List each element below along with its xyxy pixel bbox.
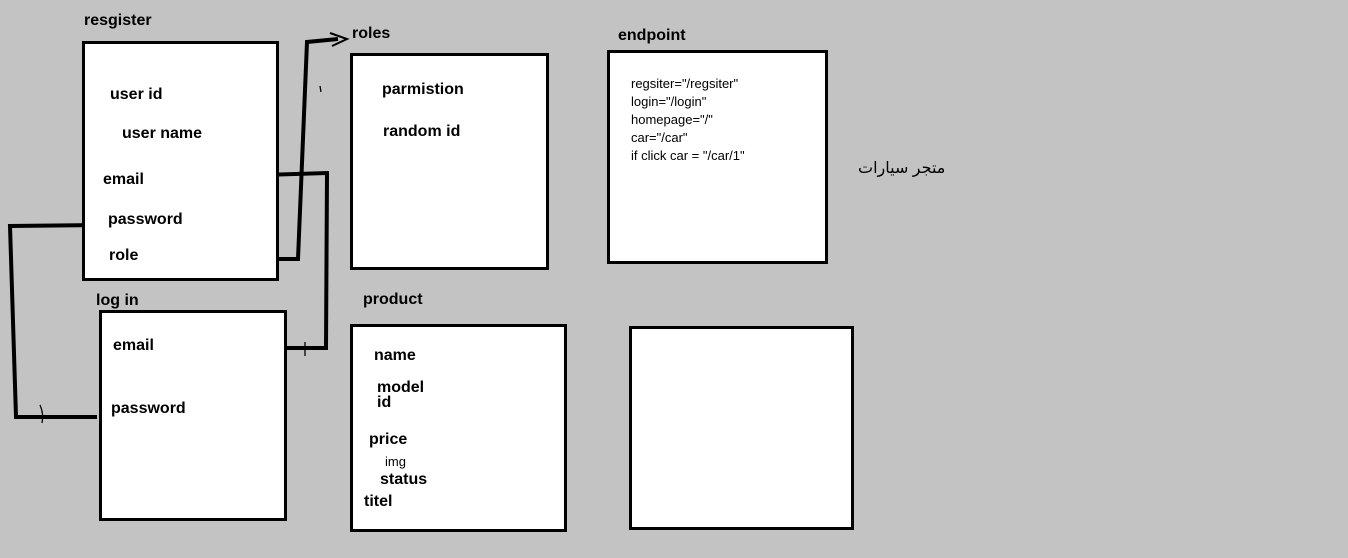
roles-field-parmistion: parmistion [382, 81, 464, 98]
endpoint-line-login: login="/login" [631, 94, 707, 109]
register-field-password: password [108, 211, 183, 228]
roles-field-random-id: random id [383, 123, 461, 140]
product-field-status: status [380, 471, 428, 488]
login-field-email: email [113, 337, 154, 354]
product-field-price: price [369, 431, 408, 448]
endpoint-line-car: car="/car" [631, 130, 688, 145]
endpoint-title: endpoint [618, 27, 686, 44]
endpoint-line-homepage: homepage="/" [631, 112, 713, 127]
product-field-id: id [377, 394, 392, 411]
product-title: product [363, 291, 423, 308]
empty-box [629, 326, 854, 530]
login-title: log in [96, 292, 139, 309]
product-field-img: img [385, 454, 406, 469]
register-field-user-id: user id [110, 86, 163, 103]
endpoint-line-car-detail: if click car = "/car/1" [631, 148, 745, 163]
register-field-role: role [109, 247, 139, 264]
register-title: resgister [84, 12, 152, 29]
register-field-user-name: user name [122, 125, 203, 142]
side-note: متجر سيارات [858, 160, 946, 177]
product-field-titel: titel [364, 493, 393, 510]
endpoint-line-register: regsiter="/regsiter" [631, 76, 739, 91]
stroke-tick [319, 85, 322, 93]
register-field-email: email [103, 171, 144, 188]
login-field-password: password [111, 400, 186, 417]
stroke-tick [39, 404, 44, 424]
roles-title: roles [352, 25, 391, 42]
product-field-name: name [374, 347, 416, 364]
register-box [82, 41, 279, 281]
